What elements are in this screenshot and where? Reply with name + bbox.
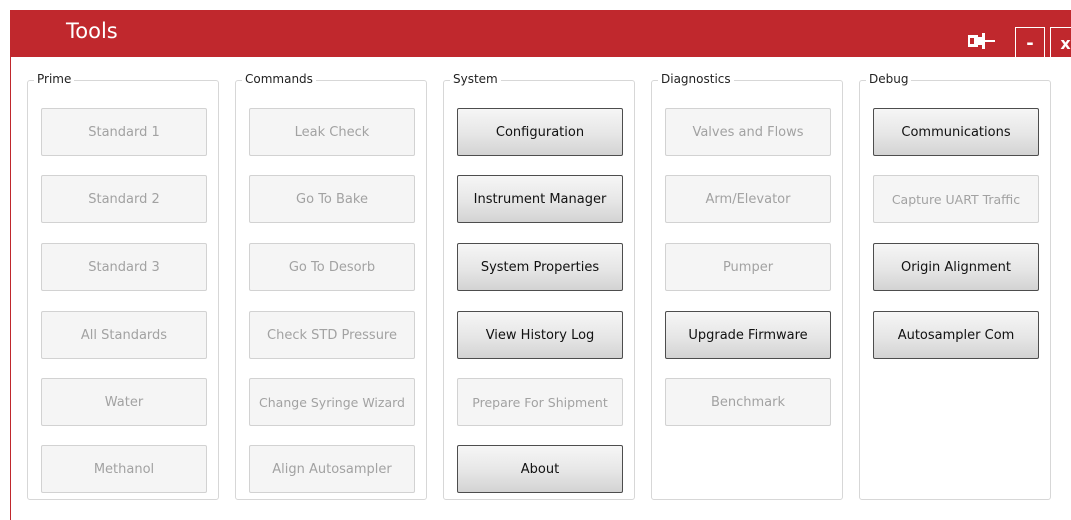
benchmark-button[interactable]: Benchmark — [665, 378, 831, 426]
title-bar[interactable]: Tools - x — [10, 10, 1071, 59]
autosampler-com-button[interactable]: Autosampler Com — [873, 311, 1039, 359]
group-system: System Configuration Instrument Manager … — [443, 72, 635, 500]
go-to-desorb-button[interactable]: Go To Desorb — [249, 243, 415, 291]
group-commands: Commands Leak Check Go To Bake Go To Des… — [235, 72, 427, 500]
pin-icon[interactable] — [967, 32, 1007, 50]
prepare-for-shipment-button[interactable]: Prepare For Shipment — [457, 378, 623, 426]
instrument-manager-button[interactable]: Instrument Manager — [457, 175, 623, 223]
standard-3-button[interactable]: Standard 3 — [41, 243, 207, 291]
standard-1-button[interactable]: Standard 1 — [41, 108, 207, 156]
pumper-button[interactable]: Pumper — [665, 243, 831, 291]
group-diagnostics: Diagnostics Valves and Flows Arm/Elevato… — [651, 72, 843, 500]
view-history-log-button[interactable]: View History Log — [457, 311, 623, 359]
window-title: Tools — [66, 19, 118, 43]
arm-elevator-button[interactable]: Arm/Elevator — [665, 175, 831, 223]
standard-2-button[interactable]: Standard 2 — [41, 175, 207, 223]
origin-alignment-button[interactable]: Origin Alignment — [873, 243, 1039, 291]
water-button[interactable]: Water — [41, 378, 207, 426]
group-title-prime: Prime — [34, 72, 75, 86]
leak-check-button[interactable]: Leak Check — [249, 108, 415, 156]
capture-uart-traffic-button[interactable]: Capture UART Traffic — [873, 175, 1039, 223]
group-title-diagnostics: Diagnostics — [658, 72, 734, 86]
valves-and-flows-button[interactable]: Valves and Flows — [665, 108, 831, 156]
communications-button[interactable]: Communications — [873, 108, 1039, 156]
about-button[interactable]: About — [457, 445, 623, 493]
system-properties-button[interactable]: System Properties — [457, 243, 623, 291]
group-title-commands: Commands — [242, 72, 316, 86]
group-debug: Debug Communications Capture UART Traffi… — [859, 72, 1051, 500]
align-autosampler-button[interactable]: Align Autosampler — [249, 445, 415, 493]
configuration-button[interactable]: Configuration — [457, 108, 623, 156]
group-title-system: System — [450, 72, 501, 86]
all-standards-button[interactable]: All Standards — [41, 311, 207, 359]
upgrade-firmware-button[interactable]: Upgrade Firmware — [665, 311, 831, 359]
change-syringe-wizard-button[interactable]: Change Syringe Wizard — [249, 378, 415, 426]
check-std-pressure-button[interactable]: Check STD Pressure — [249, 311, 415, 359]
minimize-button[interactable]: - — [1015, 27, 1045, 59]
close-button[interactable]: x — [1050, 27, 1071, 59]
methanol-button[interactable]: Methanol — [41, 445, 207, 493]
go-to-bake-button[interactable]: Go To Bake — [249, 175, 415, 223]
group-prime: Prime Standard 1 Standard 2 Standard 3 A… — [27, 72, 219, 500]
group-title-debug: Debug — [866, 72, 912, 86]
